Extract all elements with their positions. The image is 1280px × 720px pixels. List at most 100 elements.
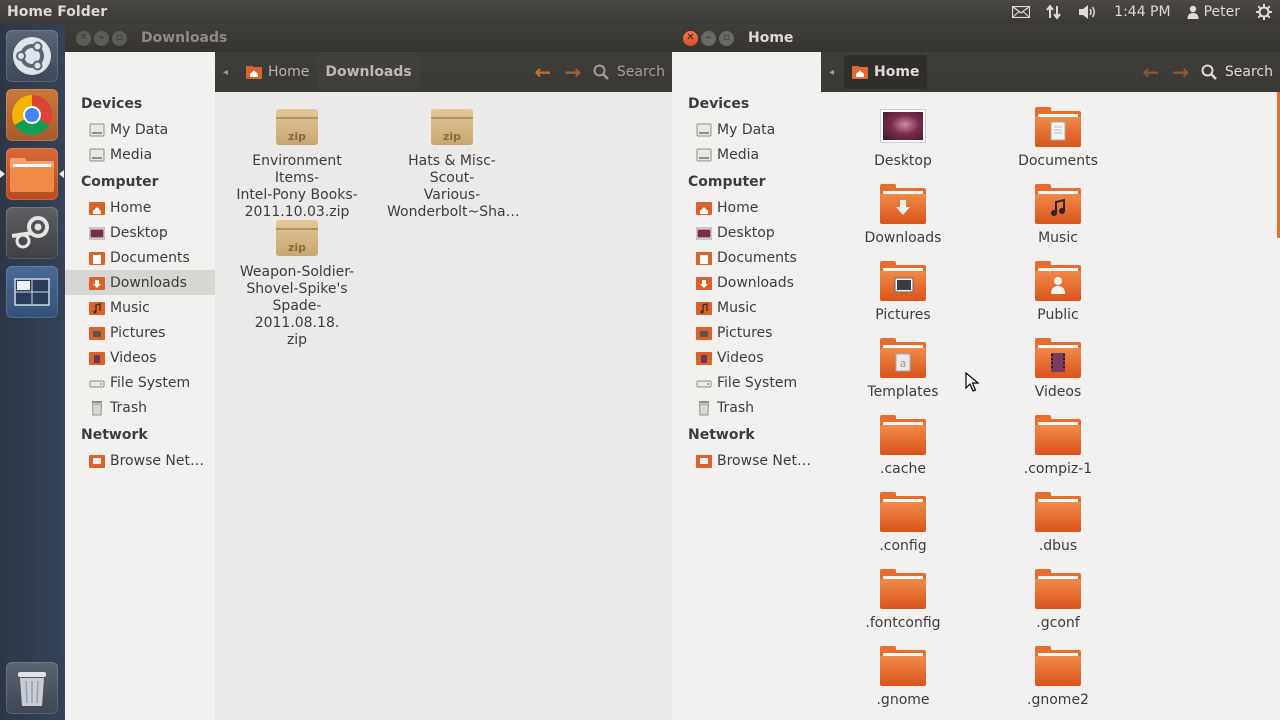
sidebar-item-media[interactable]: Media (65, 142, 215, 167)
chrome-launcher-button[interactable] (6, 89, 58, 141)
folder-item[interactable]: Desktop (838, 107, 968, 170)
file-name-line: Hats & Misc-Scout- (408, 153, 496, 186)
file-item[interactable]: zip Weapon-Soldier- Shovel-Spike's Spade-20… (232, 218, 362, 349)
sidebar-item-browse-network[interactable]: Browse Net… (672, 448, 821, 473)
filesystem-icon (89, 375, 105, 391)
sidebar-label: File System (110, 374, 191, 391)
mouse-cursor-icon (965, 372, 979, 392)
sidebar-item-documents[interactable]: Documents (672, 245, 821, 270)
minimize-button[interactable]: – (701, 30, 716, 46)
sidebar-item-file-system[interactable]: File System (672, 370, 821, 395)
sidebar-item-downloads[interactable]: Downloads (672, 270, 821, 295)
search-button[interactable]: Search (593, 64, 665, 80)
maximize-button[interactable]: ▫ (112, 30, 127, 46)
folder-item[interactable]: .gconf (993, 569, 1123, 632)
crumb-label: Home (268, 64, 310, 80)
folder-name: Pictures (875, 307, 931, 323)
sidebar-item-trash[interactable]: Trash (65, 395, 215, 420)
indicator-area: 1:44 PM Peter (1004, 0, 1280, 24)
sidebar-heading-devices: Devices (688, 96, 750, 112)
steam-launcher-button[interactable] (6, 207, 58, 259)
files-launcher-button[interactable] (6, 148, 58, 200)
sidebar-item-trash[interactable]: Trash (672, 395, 821, 420)
trash-launcher-button[interactable] (6, 662, 58, 714)
trash-icon (696, 400, 712, 416)
sidebar-item-browse-network[interactable]: Browse Net… (65, 448, 215, 473)
folder-item[interactable]: Pictures (838, 261, 968, 324)
sidebar-item-desktop[interactable]: Desktop (672, 220, 821, 245)
sidebar-item-media[interactable]: Media (672, 142, 821, 167)
mail-icon[interactable] (1004, 0, 1038, 24)
music-folder-icon (1035, 184, 1081, 224)
sidebar-label: Trash (717, 399, 754, 416)
sidebar-label: Music (717, 299, 757, 316)
search-button[interactable]: Search (1201, 64, 1273, 80)
sidebar-item-my-data[interactable]: My Data (672, 117, 821, 142)
folder-item[interactable]: .config (838, 492, 968, 555)
sidebar-heading-network: Network (688, 427, 755, 443)
maximize-button[interactable]: ▫ (719, 30, 734, 46)
folder-item[interactable]: .compiz-1 (993, 415, 1123, 478)
crumb-home[interactable]: Home (844, 55, 928, 89)
videos-folder-icon (1035, 338, 1081, 378)
back-arrow-icon[interactable]: ← (1141, 60, 1161, 84)
folder-item[interactable]: .fontconfig (838, 569, 968, 632)
clock[interactable]: 1:44 PM (1106, 0, 1178, 24)
folder-item[interactable]: Downloads (838, 184, 968, 247)
sidebar-label: Browse Net… (717, 452, 812, 469)
crumb-left-arrow-icon[interactable]: ◂ (827, 67, 844, 78)
crumb-home[interactable]: Home (238, 55, 317, 89)
downloads-folder-icon (880, 184, 926, 224)
sidebar-item-file-system[interactable]: File System (65, 370, 215, 395)
folder-icon (880, 415, 926, 455)
user-menu[interactable]: Peter (1179, 0, 1248, 24)
volume-icon[interactable] (1070, 0, 1106, 24)
folder-name: .compiz-1 (1023, 461, 1093, 477)
window-titlebar[interactable]: ✕ – ▫ Downloads (65, 24, 672, 52)
network-icon[interactable] (1038, 0, 1070, 24)
window-titlebar[interactable]: ✕ – ▫ Home (672, 24, 1280, 52)
close-button[interactable]: ✕ (683, 30, 698, 46)
sidebar-label: Downloads (717, 274, 794, 291)
folder-name: Documents (1018, 153, 1098, 169)
folder-icon (880, 646, 926, 686)
sidebar-label: My Data (717, 121, 776, 138)
file-item[interactable]: zip Hats & Misc-Scout- Various- Wonderbolt~… (387, 107, 520, 221)
folder-icon (1035, 646, 1081, 686)
file-item[interactable]: zip Environment Items- Intel-Pony Books- 20… (232, 107, 362, 221)
folder-item[interactable]: .cache (838, 415, 968, 478)
launcher (0, 24, 65, 720)
ubuntu-dash-button[interactable] (6, 30, 58, 82)
crumb-downloads[interactable]: Downloads (317, 55, 420, 89)
folder-item[interactable]: .gnome (838, 646, 968, 709)
crumb-left-arrow-icon[interactable]: ◂ (221, 67, 238, 78)
sidebar-item-home[interactable]: Home (65, 195, 215, 220)
sidebar-item-music[interactable]: Music (65, 295, 215, 320)
sidebar-item-pictures[interactable]: Pictures (672, 320, 821, 345)
sidebar-item-documents[interactable]: Documents (65, 245, 215, 270)
sidebar-item-home[interactable]: Home (672, 195, 821, 220)
folder-item[interactable]: Videos (993, 338, 1123, 401)
sidebar-item-desktop[interactable]: Desktop (65, 220, 215, 245)
sidebar-item-videos[interactable]: Videos (672, 345, 821, 370)
forward-arrow-icon[interactable]: → (1171, 60, 1191, 84)
folder-item[interactable]: Documents (993, 107, 1123, 170)
folder-item[interactable]: a Templates (838, 338, 968, 401)
folder-item[interactable]: Public (993, 261, 1123, 324)
gear-icon[interactable] (1248, 0, 1280, 24)
minimize-button[interactable]: – (94, 30, 109, 46)
folder-item[interactable]: .gnome2 (993, 646, 1123, 709)
folder-item[interactable]: .dbus (993, 492, 1123, 555)
workspace-switcher-button[interactable] (6, 266, 58, 318)
drive-icon (696, 147, 712, 163)
sidebar-item-pictures[interactable]: Pictures (65, 320, 215, 345)
sidebar-item-downloads[interactable]: Downloads (65, 270, 215, 295)
sidebar-item-my-data[interactable]: My Data (65, 117, 215, 142)
forward-arrow-icon[interactable]: → (563, 60, 583, 84)
sidebar-heading-devices: Devices (81, 96, 143, 112)
folder-item[interactable]: Music (993, 184, 1123, 247)
back-arrow-icon[interactable]: ← (533, 60, 553, 84)
sidebar-item-music[interactable]: Music (672, 295, 821, 320)
close-button[interactable]: ✕ (76, 30, 91, 46)
sidebar-item-videos[interactable]: Videos (65, 345, 215, 370)
